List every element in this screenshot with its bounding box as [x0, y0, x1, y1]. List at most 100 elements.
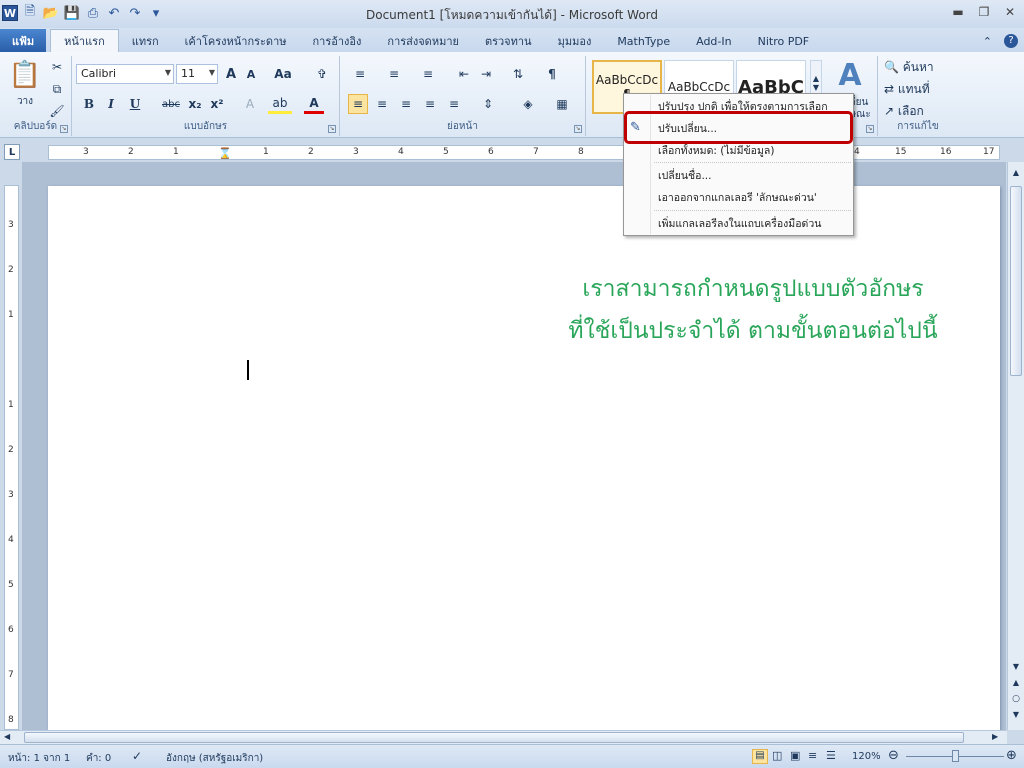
tab-mathtype[interactable]: MathType [604, 30, 683, 52]
styles-launcher-icon[interactable]: ↘ [866, 125, 874, 133]
tab-add-in[interactable]: Add-In [683, 30, 744, 52]
shading-icon[interactable]: ◈ [516, 94, 540, 114]
scroll-left-icon[interactable]: ◀ [4, 732, 16, 744]
align-center-icon[interactable]: ≡ [372, 94, 392, 114]
horizontal-scrollbar[interactable]: ◀ ▶ [0, 730, 1007, 744]
font-size-combo[interactable]: 11 ▼ [176, 64, 218, 84]
subscript-button[interactable]: x₂ [186, 94, 204, 114]
tab-file[interactable]: แฟ้ม [0, 29, 47, 52]
scroll-down-icon[interactable]: ▼ [1010, 662, 1022, 674]
distributed-icon[interactable]: ≡ [444, 94, 464, 114]
align-right-icon[interactable]: ≡ [396, 94, 416, 114]
proofing-icon[interactable]: ✓ [132, 749, 142, 763]
outline-icon[interactable]: ≡ [808, 749, 817, 762]
tab-references[interactable]: การอ้างอิง [300, 30, 375, 52]
print-preview-icon[interactable]: ⎙ [84, 4, 102, 22]
change-case-button[interactable]: Aa [270, 64, 296, 84]
save-icon[interactable]: 💾 [63, 4, 81, 22]
tab-review[interactable]: ตรวจทาน [472, 30, 545, 52]
numbering-icon[interactable]: ≡ [382, 64, 406, 84]
close-icon[interactable]: ✕ [1000, 4, 1020, 20]
format-painter-icon[interactable]: 🖌 [48, 102, 66, 120]
tab-insert[interactable]: แทรก [119, 30, 172, 52]
font-name-combo[interactable]: Calibri ▼ [76, 64, 174, 84]
tab-nitro-pdf[interactable]: Nitro PDF [745, 30, 823, 52]
customize-qat-icon[interactable]: ▾ [147, 4, 165, 22]
show-marks-icon[interactable]: ¶ [542, 64, 562, 84]
new-icon[interactable]: 🗎 [21, 4, 39, 22]
bold-button[interactable]: B [80, 94, 98, 114]
zoom-level[interactable]: 120% [852, 751, 881, 762]
find-button[interactable]: 🔍 ค้นหา [884, 58, 954, 76]
select-button[interactable]: ↗ เลือก [884, 102, 954, 120]
word-logo-icon[interactable]: W [2, 5, 18, 21]
shrink-font-button[interactable]: A [242, 64, 260, 84]
justify-icon[interactable]: ≡ [420, 94, 440, 114]
undo-icon[interactable]: ↶ [105, 4, 123, 22]
change-styles-icon[interactable]: A [830, 58, 870, 93]
italic-button[interactable]: I [102, 94, 120, 114]
zoom-out-icon[interactable]: ⊖ [888, 748, 899, 763]
print-layout-icon[interactable]: ▤ [752, 749, 768, 764]
restore-icon[interactable]: ❐ [974, 4, 994, 20]
full-screen-reading-icon[interactable]: ◫ [772, 749, 782, 762]
align-left-icon[interactable]: ≡ [348, 94, 368, 114]
decrease-indent-icon[interactable]: ⇤ [454, 64, 474, 84]
redo-icon[interactable]: ↷ [126, 4, 144, 22]
highlight-color-icon[interactable]: ab [268, 94, 292, 114]
tab-selector[interactable]: L [4, 144, 20, 160]
clipboard-launcher-icon[interactable]: ↘ [60, 125, 68, 133]
scroll-up-icon[interactable]: ▲ [1010, 168, 1022, 180]
hscroll-thumb[interactable] [24, 732, 964, 743]
next-page-icon[interactable]: ▼ [1010, 710, 1022, 722]
strikethrough-button[interactable]: abc [160, 94, 182, 114]
paragraph-launcher-icon[interactable]: ↘ [574, 125, 582, 133]
horizontal-ruler[interactable]: 3 2 1 ⌛ 1 2 3 4 5 6 7 8 4 15 16 17 [48, 145, 1000, 160]
web-layout-icon[interactable]: ▣ [790, 749, 800, 762]
cut-icon[interactable]: ✂ [48, 58, 66, 76]
clear-formatting-icon[interactable]: ✞ [312, 64, 332, 84]
minimize-icon[interactable]: ▬ [948, 4, 968, 20]
indent-marker-icon[interactable]: ⌛ [218, 147, 232, 159]
help-icon[interactable]: ? [998, 30, 1024, 52]
vertical-scrollbar[interactable]: ▲ ▼ ▲ ○ ▼ [1007, 162, 1024, 730]
menu-item-rename[interactable]: เปลี่ยนชื่อ... [624, 164, 853, 186]
document-page[interactable]: เราสามารถกำหนดรูปแบบตัวอักษร ที่ใช้เป็นป… [48, 186, 1000, 730]
borders-icon[interactable]: ▦ [550, 94, 574, 114]
paste-icon[interactable]: 📋 [8, 58, 42, 92]
browse-object-icon[interactable]: ○ [1010, 694, 1022, 706]
underline-button[interactable]: U [126, 94, 144, 114]
replace-button[interactable]: ⇄ แทนที่ [884, 80, 954, 98]
superscript-button[interactable]: x² [208, 94, 226, 114]
multilevel-list-icon[interactable]: ≡ [416, 64, 440, 84]
minimize-ribbon-icon[interactable]: ⌃ [977, 30, 998, 52]
word-count[interactable]: คำ: 0 [86, 751, 111, 766]
zoom-slider-thumb[interactable] [952, 750, 959, 762]
tab-mailings[interactable]: การส่งจดหมาย [374, 30, 472, 52]
text-effects-icon[interactable]: A [240, 94, 260, 114]
editing-group-label: การแก้ไข [897, 121, 939, 132]
page-count[interactable]: หน้า: 1 จาก 1 [8, 751, 70, 766]
zoom-in-icon[interactable]: ⊕ [1006, 748, 1017, 763]
paste-label[interactable]: วาง [10, 94, 40, 108]
sort-icon[interactable]: ⇅ [508, 64, 528, 84]
open-icon[interactable]: 📂 [42, 4, 60, 22]
previous-page-icon[interactable]: ▲ [1010, 678, 1022, 690]
vertical-ruler[interactable]: 3 2 1 1 2 3 4 5 6 7 8 [4, 185, 19, 730]
font-color-icon[interactable]: A [304, 94, 324, 114]
menu-item-remove-from-gallery[interactable]: เอาออกจากแกลเลอรี 'ลักษณะด่วน' [624, 186, 853, 208]
scroll-right-icon[interactable]: ▶ [992, 732, 1004, 744]
tab-page-layout[interactable]: เค้าโครงหน้ากระดาษ [172, 30, 300, 52]
copy-icon[interactable]: ⧉ [48, 80, 66, 98]
tab-home[interactable]: หน้าแรก [50, 29, 119, 52]
menu-item-add-to-qat[interactable]: เพิ่มแกลเลอรีลงในแถบเครื่องมือด่วน [624, 212, 853, 234]
scroll-thumb[interactable] [1010, 186, 1022, 376]
grow-font-button[interactable]: A [222, 64, 240, 84]
language-indicator[interactable]: อังกฤษ (สหรัฐอเมริกา) [166, 751, 263, 766]
font-launcher-icon[interactable]: ↘ [328, 125, 336, 133]
line-spacing-icon[interactable]: ⇕ [476, 94, 500, 114]
draft-icon[interactable]: ☰ [826, 749, 836, 762]
bullets-icon[interactable]: ≡ [348, 64, 372, 84]
tab-view[interactable]: มุมมอง [545, 30, 605, 52]
increase-indent-icon[interactable]: ⇥ [476, 64, 496, 84]
